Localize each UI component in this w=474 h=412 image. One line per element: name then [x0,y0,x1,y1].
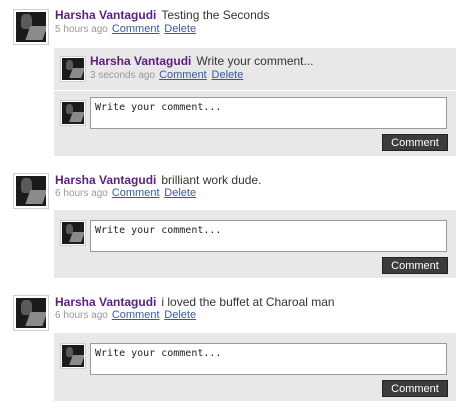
post-meta: 6 hours ago Comment Delete [55,309,196,321]
post-time: 5 hours ago [55,24,108,35]
avatar-image [62,102,84,124]
post-time: 6 hours ago [55,310,108,321]
comment-input[interactable]: Write your comment... [90,97,447,129]
avatar-image [16,298,46,328]
post-message: brilliant work dude. [161,173,262,187]
author-name[interactable]: Harsha Vantagudi [90,54,191,68]
author-name[interactable]: Harsha Vantagudi [55,173,156,187]
avatar-image [62,222,84,244]
post-meta: 6 hours ago Comment Delete [55,187,196,199]
avatar [60,343,86,369]
post-meta: 5 hours ago Comment Delete [55,23,196,35]
author-name[interactable]: Harsha Vantagudi [55,295,156,309]
comment-input[interactable]: Write your comment... [90,343,447,375]
reply-meta: 3 seconds ago Comment Delete [90,69,243,81]
post-message: i loved the buffet at Charoal man [161,295,335,309]
comment-button[interactable]: Comment [382,134,448,151]
reply-time: 3 seconds ago [90,70,156,81]
avatar-image [62,58,84,80]
comment-link[interactable]: Comment [159,69,207,81]
delete-link[interactable]: Delete [164,23,196,35]
post-header: Harsha Vantagudi i loved the buffet at Ch… [55,295,335,309]
delete-link[interactable]: Delete [212,69,244,81]
avatar[interactable] [13,295,49,331]
comments-box: Write your comment... Comment [54,333,456,401]
avatar[interactable] [13,173,49,209]
post-message: Testing the Seconds [161,8,270,22]
avatar [60,220,86,246]
post-header: Harsha Vantagudi Testing the Seconds [55,8,269,22]
post-header: Harsha Vantagudi brilliant work dude. [55,173,261,187]
avatar-image [62,345,84,367]
avatar-image [16,12,46,42]
comment-button[interactable]: Comment [382,380,448,397]
delete-link[interactable]: Delete [164,309,196,321]
comment-link[interactable]: Comment [112,309,160,321]
comment-link[interactable]: Comment [112,23,160,35]
comments-box: Write your comment... Comment [54,210,456,278]
avatar[interactable] [13,9,49,45]
reply-header: Harsha Vantagudi Write your comment... [90,54,314,68]
delete-link[interactable]: Delete [164,187,196,199]
comment-link[interactable]: Comment [112,187,160,199]
comment-button[interactable]: Comment [382,257,448,274]
avatar-image [16,176,46,206]
avatar[interactable] [60,56,86,82]
divider [54,90,456,91]
avatar [60,100,86,126]
author-name[interactable]: Harsha Vantagudi [55,8,156,22]
comment-input[interactable]: Write your comment... [90,220,447,252]
comments-box: Harsha Vantagudi Write your comment... 3 … [54,48,456,156]
reply-message: Write your comment... [196,54,314,68]
post-time: 6 hours ago [55,188,108,199]
